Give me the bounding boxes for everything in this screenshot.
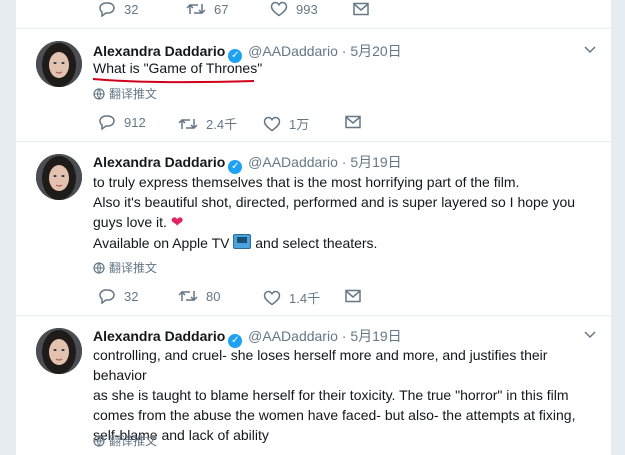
chevron-down-icon[interactable] xyxy=(583,43,597,57)
dm-button[interactable] xyxy=(345,288,361,303)
tweet-text: What is "Game of Thrones" xyxy=(93,58,603,78)
translate-link[interactable]: 翻译推文 xyxy=(93,259,157,276)
globe-icon xyxy=(93,435,105,447)
separator-dot: · xyxy=(341,43,347,59)
tweet-line: Available on Apple TV xyxy=(93,235,230,251)
globe-icon xyxy=(93,88,105,100)
like-button[interactable]: 1.4千 xyxy=(263,288,320,307)
user-handle[interactable]: @AADaddario xyxy=(248,43,338,59)
tweet-line-with-emoji: Available on Apple TV and select theater… xyxy=(93,233,603,253)
reply-count: 32 xyxy=(124,289,139,304)
tweet-line: Also it's beautiful shot, directed, perf… xyxy=(93,194,576,210)
retweet-count: 80 xyxy=(206,289,221,304)
dm-button[interactable] xyxy=(345,114,361,129)
heart-icon xyxy=(263,290,281,306)
envelope-icon xyxy=(345,115,361,129)
tweet-line-with-emoji: guys love it. ❤ xyxy=(93,212,603,233)
tweet-line: comes from the abuse the women have face… xyxy=(93,407,576,423)
heart-icon xyxy=(263,116,281,132)
avatar[interactable] xyxy=(36,41,82,87)
retweet-icon xyxy=(178,118,198,130)
television-emoji-icon xyxy=(233,234,252,249)
retweet-button[interactable]: 80 xyxy=(178,288,220,304)
retweet-count: 2.4千 xyxy=(206,117,238,132)
chevron-down-icon[interactable] xyxy=(583,328,597,342)
translate-label: 翻译推文 xyxy=(109,261,158,275)
timestamp[interactable]: 5月20日 xyxy=(350,43,401,59)
tweet-line: as she is taught to blame herself for th… xyxy=(93,387,569,403)
tweet-line: to truly express themselves that is the … xyxy=(93,174,520,190)
display-name[interactable]: Alexandra Daddario xyxy=(93,154,225,170)
user-handle[interactable]: @AADaddario xyxy=(248,154,338,170)
translate-link[interactable]: 翻译推文 xyxy=(93,432,157,449)
tweet[interactable]: Alexandra Daddario ✓ @AADaddario · 5月20日 … xyxy=(16,29,611,142)
tweet-line: What is "Game of Thrones" xyxy=(93,60,263,76)
avatar[interactable] xyxy=(36,328,82,374)
red-heart-emoji-icon: ❤ xyxy=(170,214,184,231)
globe-icon xyxy=(93,262,105,274)
like-count: 1万 xyxy=(289,117,310,132)
tweet-text: to truly express themselves that is the … xyxy=(93,172,603,253)
like-count: 1.4千 xyxy=(289,291,321,306)
timestamp[interactable]: 5月19日 xyxy=(350,154,401,170)
envelope-icon xyxy=(345,289,361,303)
prev-tweet xyxy=(16,0,611,29)
reply-button[interactable]: 32 xyxy=(98,288,139,305)
reply-icon xyxy=(99,115,115,131)
retweet-icon xyxy=(178,290,198,302)
user-handle[interactable]: @AADaddario xyxy=(248,328,338,344)
tweet-line: and select theaters. xyxy=(255,235,378,251)
tweet[interactable]: Alexandra Daddario ✓ @AADaddario · 5月19日 … xyxy=(16,142,611,316)
tweet-line: controlling, and cruel- she loses hersel… xyxy=(93,347,548,383)
tweet-text: controlling, and cruel- she loses hersel… xyxy=(93,345,603,445)
reply-button[interactable]: 912 xyxy=(98,114,146,131)
reply-count: 912 xyxy=(124,115,146,130)
tweet-line: self-blame and lack of ability xyxy=(93,427,269,443)
tweet-line: guys love it. xyxy=(93,214,167,230)
retweet-button[interactable]: 2.4千 xyxy=(178,114,237,133)
timestamp[interactable]: 5月19日 xyxy=(350,328,401,344)
like-button[interactable]: 1万 xyxy=(263,114,309,133)
separator-dot: · xyxy=(341,328,347,344)
reply-icon xyxy=(99,289,115,305)
translate-label: 翻译推文 xyxy=(109,87,158,101)
tweet-header: Alexandra Daddario ✓ @AADaddario · 5月19日 xyxy=(93,152,402,174)
separator-dot: · xyxy=(341,154,347,170)
translate-label: 翻译推文 xyxy=(109,434,158,448)
translate-link[interactable]: 翻译推文 xyxy=(93,85,157,102)
display-name[interactable]: Alexandra Daddario xyxy=(93,328,225,344)
tweet[interactable]: Alexandra Daddario ✓ @AADaddario · 5月19日 … xyxy=(16,316,611,455)
display-name[interactable]: Alexandra Daddario xyxy=(93,43,225,59)
red-underline-annotation xyxy=(92,78,255,84)
timeline: 32 67 993 Alexandra Daddario ✓ @AADaddari… xyxy=(15,0,612,455)
avatar[interactable] xyxy=(36,154,82,200)
